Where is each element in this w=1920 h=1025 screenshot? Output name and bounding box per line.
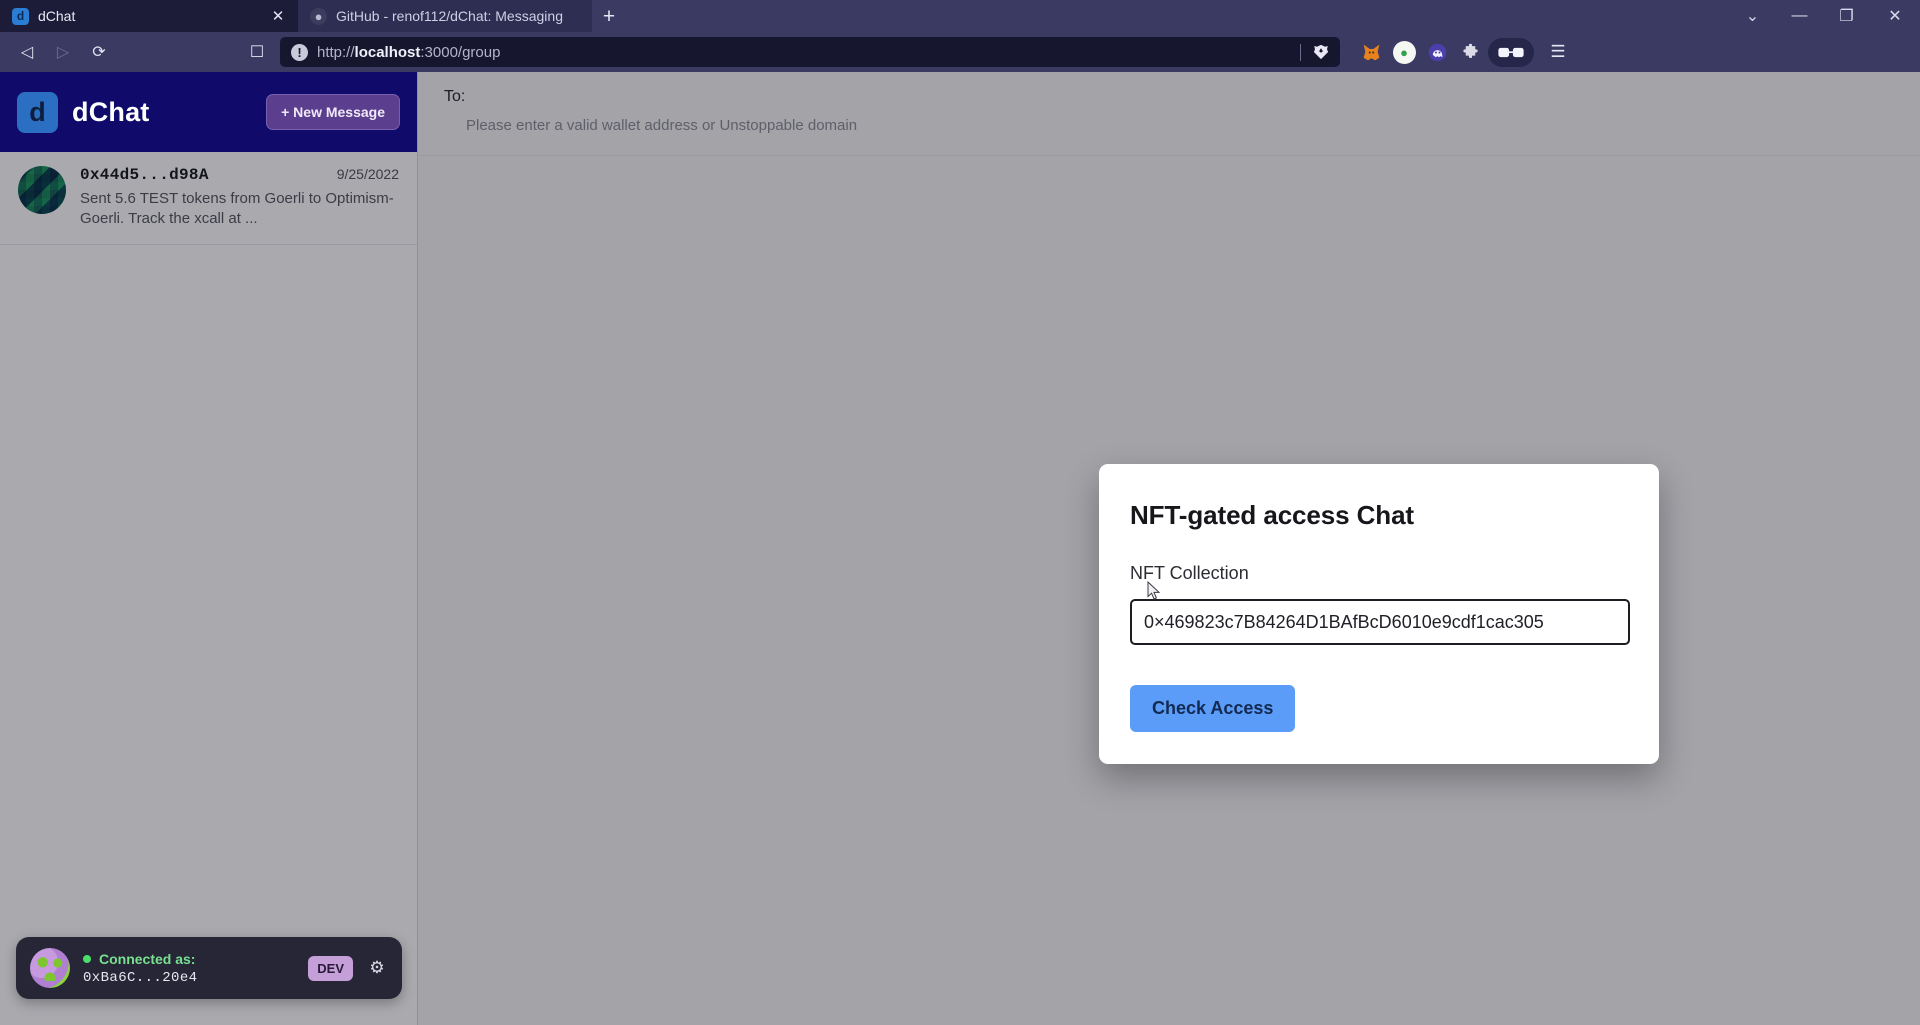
avatar <box>18 166 66 214</box>
dchat-favicon: d <box>12 7 29 25</box>
reload-icon[interactable]: ⟳ <box>82 36 116 68</box>
nft-gate-modal: NFT-gated access Chat NFT Collection Che… <box>1099 464 1659 764</box>
recipient-bar: To: Please enter a valid wallet address … <box>418 72 1920 156</box>
minimize-icon[interactable]: — <box>1776 0 1823 32</box>
window-controls: ⌄ — ❐ ✕ <box>1729 0 1920 32</box>
page-content: d dChat + New Message 0x44d5...d98A 9/25… <box>0 72 1920 1025</box>
github-favicon: ● <box>310 7 327 25</box>
tab-title: dChat <box>38 8 76 24</box>
dchat-logo-icon: d <box>17 91 58 133</box>
address-bar[interactable]: ! http://localhost:3000/group <box>280 37 1340 67</box>
maximize-icon[interactable]: ❐ <box>1823 0 1870 32</box>
page-title: NFT-gated access Chat <box>1130 500 1414 530</box>
green-circle-glyph: ● <box>1392 40 1416 64</box>
url-host: localhost <box>354 43 421 61</box>
browser-toolbar: ◁ ▷ ⟳ ☐ ! http://localhost:3000/group ● … <box>0 32 1920 72</box>
sidebar-header: d dChat + New Message <box>0 72 417 152</box>
wallet-status-chip[interactable]: Connected as: 0xBa6C...20e4 DEV ⚙ <box>16 937 402 999</box>
back-icon[interactable]: ◁ <box>10 36 44 68</box>
url-divider <box>1300 43 1301 61</box>
extensions-puzzle-icon[interactable] <box>1455 37 1485 67</box>
extension-icons: ● ☰ <box>1356 37 1573 67</box>
main-panel: To: Please enter a valid wallet address … <box>418 72 1920 1025</box>
wallet-text: Connected as: 0xBa6C...20e4 <box>83 951 295 986</box>
bookmark-icon[interactable]: ☐ <box>240 36 274 68</box>
wallet-avatar <box>30 948 70 988</box>
tab-github[interactable]: ● GitHub - renof112/dChat: Messaging <box>298 0 592 32</box>
url-text: http://localhost:3000/group <box>317 44 1291 61</box>
metamask-extension-icon[interactable] <box>1356 37 1386 67</box>
tab-dchat[interactable]: d dChat ✕ <box>0 0 298 32</box>
url-suffix: :3000/group <box>420 43 501 61</box>
conversation-body: 0x44d5...d98A 9/25/2022 Sent 5.6 TEST to… <box>80 166 399 228</box>
new-message-button[interactable]: + New Message <box>266 94 400 130</box>
conversation-address: 0x44d5...d98A <box>80 166 209 184</box>
list-item[interactable]: 0x44d5...d98A 9/25/2022 Sent 5.6 TEST to… <box>0 152 417 245</box>
url-prefix: http:// <box>317 43 355 61</box>
brave-shields-glasses-icon[interactable] <box>1488 37 1534 67</box>
recipient-input[interactable]: Please enter a valid wallet address or U… <box>418 117 1920 134</box>
wallet-status-label: Connected as: <box>99 950 196 967</box>
app-title: dChat <box>72 96 150 127</box>
new-tab-button[interactable]: + <box>592 2 626 32</box>
browser-menu-icon[interactable]: ☰ <box>1543 37 1573 67</box>
green-circle-extension-icon[interactable]: ● <box>1389 37 1419 67</box>
wallet-status-row: Connected as: <box>83 951 295 967</box>
window-close-icon[interactable]: ✕ <box>1870 0 1920 32</box>
phantom-extension-icon[interactable] <box>1422 37 1452 67</box>
conversation-list: 0x44d5...d98A 9/25/2022 Sent 5.6 TEST to… <box>0 152 417 245</box>
nft-collection-label: NFT Collection <box>1130 563 1249 583</box>
gear-icon[interactable]: ⚙ <box>366 957 388 979</box>
to-label: To: <box>444 88 466 105</box>
conversation-header: 0x44d5...d98A 9/25/2022 <box>80 166 399 184</box>
conversation-date: 9/25/2022 <box>336 166 399 182</box>
online-dot-icon <box>83 954 91 963</box>
browser-tabstrip: d dChat ✕ ● GitHub - renof112/dChat: Mes… <box>0 0 1920 32</box>
chat-sidebar: d dChat + New Message 0x44d5...d98A 9/25… <box>0 72 418 1025</box>
conversation-preview: Sent 5.6 TEST tokens from Goerli to Opti… <box>80 190 394 227</box>
site-info-icon[interactable]: ! <box>291 43 308 61</box>
brave-lion-icon[interactable] <box>1310 41 1332 63</box>
nft-collection-input[interactable] <box>1130 599 1630 645</box>
wallet-address: 0xBa6C...20e4 <box>83 969 198 986</box>
tab-search-icon[interactable]: ⌄ <box>1729 0 1776 32</box>
browser-window: d dChat ✕ ● GitHub - renof112/dChat: Mes… <box>0 0 1920 1025</box>
forward-icon[interactable]: ▷ <box>46 36 80 68</box>
check-access-button[interactable]: Check Access <box>1130 685 1296 732</box>
status-badge: DEV <box>308 955 353 981</box>
close-icon[interactable]: ✕ <box>268 6 288 26</box>
tab-title: GitHub - renof112/dChat: Messaging <box>336 8 563 24</box>
